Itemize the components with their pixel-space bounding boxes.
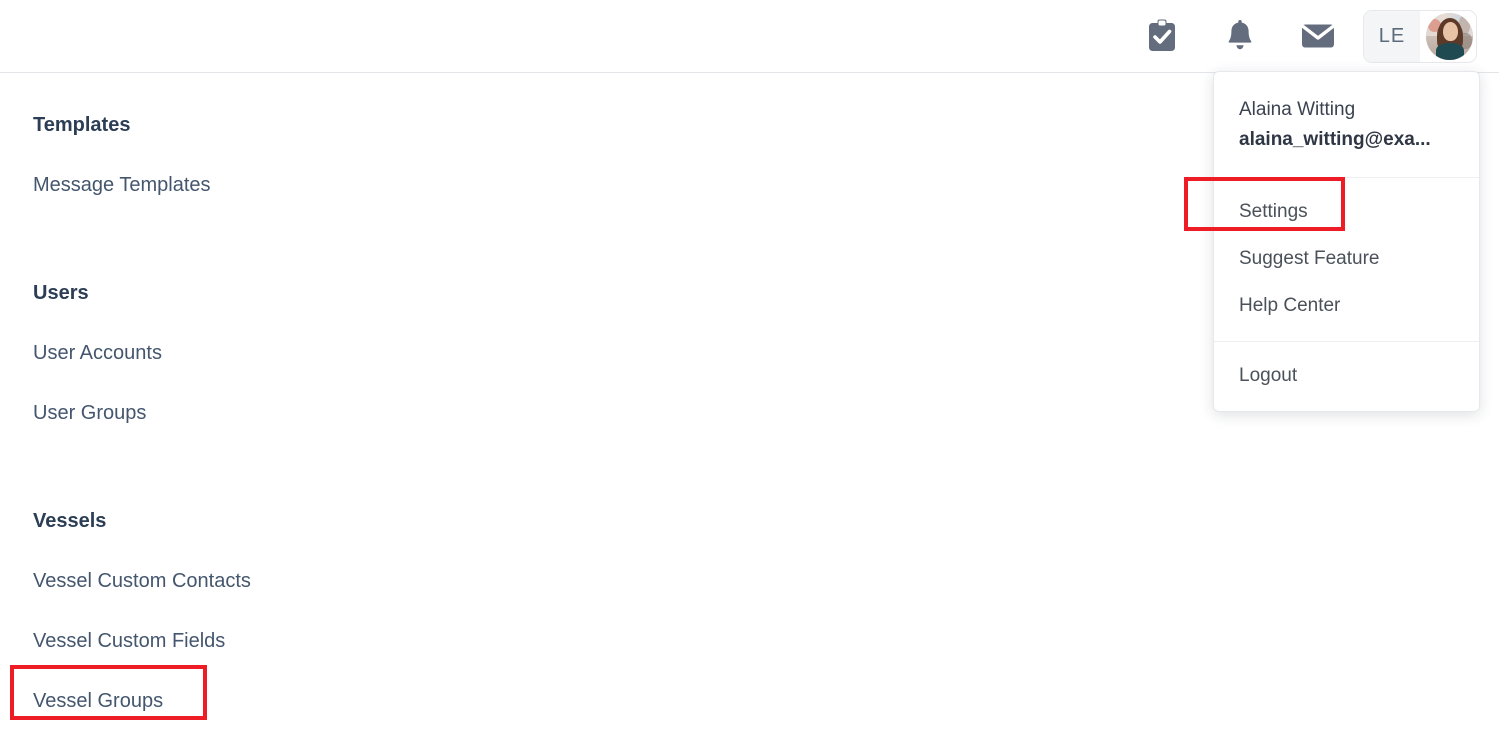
- tasks-icon-button[interactable]: [1123, 9, 1201, 64]
- nav-item-message-templates[interactable]: Message Templates: [33, 170, 211, 200]
- nav-item-vessel-custom-fields[interactable]: Vessel Custom Fields: [33, 626, 225, 656]
- notifications-bell-icon-button[interactable]: [1201, 9, 1279, 64]
- profile-initials: LE: [1364, 10, 1420, 62]
- nav-heading-templates: Templates: [33, 114, 131, 136]
- dropdown-logout-section: Logout: [1214, 342, 1479, 411]
- nav-item-user-accounts[interactable]: User Accounts: [33, 338, 162, 368]
- dropdown-item-help-center[interactable]: Help Center: [1214, 282, 1479, 329]
- nav-group-vessels: Vessels Vessel Custom Contacts Vessel Cu…: [33, 491, 640, 730]
- messages-envelope-icon: [1301, 23, 1335, 49]
- header-actions: LE: [1123, 9, 1477, 64]
- dropdown-item-suggest-feature[interactable]: Suggest Feature: [1214, 235, 1479, 282]
- dropdown-item-settings[interactable]: Settings: [1214, 188, 1479, 235]
- nav-item-vessel-custom-contacts[interactable]: Vessel Custom Contacts: [33, 566, 251, 596]
- settings-navigation: Templates Message Templates Users User A…: [0, 73, 640, 730]
- nav-heading-vessels: Vessels: [33, 510, 107, 532]
- dropdown-user-email: alaina_witting@exa...: [1239, 129, 1431, 150]
- messages-envelope-icon-button[interactable]: [1279, 9, 1357, 64]
- nav-group-spacer: [33, 443, 640, 491]
- notifications-bell-icon: [1225, 20, 1255, 52]
- dropdown-links-section: Settings Suggest Feature Help Center: [1214, 178, 1479, 341]
- settings-page: LE Templates Message Templates Users Use…: [0, 0, 1499, 730]
- nav-heading-users: Users: [33, 282, 89, 304]
- dropdown-user-info: Alaina Witting alaina_witting@exa...: [1214, 72, 1479, 178]
- nav-item-user-groups[interactable]: User Groups: [33, 398, 146, 428]
- nav-group-templates: Templates Message Templates: [33, 95, 640, 215]
- nav-item-vessel-groups[interactable]: Vessel Groups: [33, 686, 163, 716]
- profile-dropdown-menu: Alaina Witting alaina_witting@exa... Set…: [1213, 71, 1480, 412]
- tasks-icon: [1147, 19, 1177, 53]
- dropdown-item-logout[interactable]: Logout: [1214, 352, 1479, 399]
- dropdown-user-name: Alaina Witting: [1239, 99, 1356, 120]
- nav-group-users: Users User Accounts User Groups: [33, 263, 640, 443]
- avatar: [1426, 12, 1473, 60]
- profile-menu-button[interactable]: LE: [1363, 9, 1477, 63]
- top-header-bar: LE: [0, 0, 1499, 73]
- nav-group-spacer: [33, 215, 640, 263]
